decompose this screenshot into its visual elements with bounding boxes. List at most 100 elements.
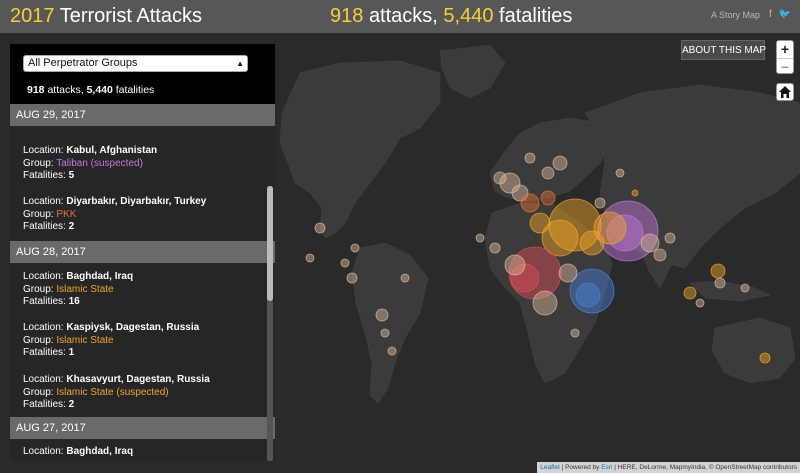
- header-fatalities-count: 5,440: [443, 5, 494, 27]
- attack-marker[interactable]: [504, 254, 526, 276]
- home-icon: [779, 86, 791, 98]
- attack-marker[interactable]: [314, 222, 326, 234]
- twitter-icon[interactable]: 🐦: [779, 9, 791, 20]
- attack-marker[interactable]: [759, 352, 771, 364]
- fatalities-value: 16: [68, 296, 80, 307]
- header-fatalities-label: fatalities: [499, 5, 573, 27]
- date-header: AUG 29, 2017: [10, 104, 275, 126]
- land-south-america: [351, 242, 429, 404]
- select-value: All Perpetrator Groups: [28, 57, 138, 69]
- attack-marker[interactable]: [532, 290, 558, 316]
- attack-list[interactable]: AUG 29, 2017 Location: Kabul, Afghanista…: [10, 104, 275, 461]
- attack-marker[interactable]: [558, 263, 578, 283]
- attack-marker[interactable]: [489, 242, 501, 254]
- fatalities-label: Fatalities:: [23, 221, 66, 232]
- group-label: Group:: [23, 283, 54, 295]
- attack-marker[interactable]: [524, 152, 536, 164]
- attribution-sep: | Powered by: [559, 464, 602, 471]
- land-greenland: [439, 44, 506, 99]
- zoom-out-button[interactable]: −: [777, 58, 793, 75]
- list-item[interactable]: Location: Diyarbakır, Diyarbakır, Turkey…: [23, 196, 206, 234]
- list-item[interactable]: Location: Baghdad, Iraq: [23, 446, 133, 459]
- group-value: Islamic State: [56, 283, 114, 295]
- attack-marker[interactable]: [529, 212, 551, 234]
- location-value: Baghdad, Iraq: [66, 271, 134, 282]
- attribution-text: | HERE, DeLorme, MapmyIndia, © OpenStree…: [612, 464, 797, 471]
- attack-marker[interactable]: [740, 283, 750, 293]
- sidebar-panel: All Perpetrator Groups ▲ 918 attacks, 5,…: [10, 44, 275, 461]
- attack-marker[interactable]: [710, 263, 726, 279]
- attack-marker[interactable]: [346, 272, 358, 284]
- attack-marker[interactable]: [615, 168, 625, 178]
- list-scrollbar[interactable]: [267, 186, 273, 461]
- attack-marker[interactable]: [375, 308, 389, 322]
- attack-marker[interactable]: [653, 248, 667, 262]
- social-links: f 🐦: [765, 9, 791, 20]
- group-value: Islamic State (suspected): [56, 386, 169, 398]
- location-value: Kaspiysk, Dagestan, Russia: [66, 322, 200, 333]
- perpetrator-group-select[interactable]: All Perpetrator Groups ▲: [23, 55, 248, 72]
- attack-marker[interactable]: [552, 155, 568, 171]
- zoom-control: + −: [776, 40, 794, 75]
- attack-marker[interactable]: [380, 328, 390, 338]
- location-label: Location:: [23, 271, 64, 282]
- attack-marker[interactable]: [475, 233, 485, 243]
- attack-marker[interactable]: [340, 258, 350, 268]
- fatalities-label: Fatalities:: [23, 296, 66, 307]
- attack-marker[interactable]: [640, 233, 660, 253]
- group-value: PKK: [56, 208, 77, 220]
- group-label: Group:: [23, 208, 54, 220]
- esri-link[interactable]: Esri: [601, 464, 612, 471]
- leaflet-link[interactable]: Leaflet: [540, 464, 560, 471]
- page-title: 2017 Terrorist Attacks: [10, 4, 202, 28]
- title-year: 2017: [10, 5, 55, 27]
- story-map-link[interactable]: A Story Map: [711, 10, 760, 20]
- attack-marker[interactable]: [350, 243, 360, 253]
- home-button[interactable]: [776, 83, 794, 101]
- attack-marker[interactable]: [570, 328, 580, 338]
- location-value: Khasavyurt, Dagestan, Russia: [66, 374, 210, 385]
- attack-marker[interactable]: [695, 298, 705, 308]
- date-header: AUG 28, 2017: [10, 241, 275, 263]
- land-indonesia: [689, 280, 771, 302]
- fatalities-value: 2: [68, 221, 75, 232]
- location-label: Location:: [23, 374, 64, 385]
- attack-marker[interactable]: [540, 190, 556, 206]
- attack-marker[interactable]: [387, 346, 397, 356]
- header-summary: 918 attacks, 5,440 fatalities: [330, 4, 572, 28]
- fatalities-value: 5: [68, 170, 75, 181]
- title-text: Terrorist Attacks: [59, 5, 202, 27]
- list-item[interactable]: Location: Kaspiysk, Dagestan, Russia Gro…: [23, 322, 199, 360]
- attack-marker[interactable]: [541, 166, 555, 180]
- attack-marker[interactable]: [400, 273, 410, 283]
- attack-marker[interactable]: [520, 193, 540, 213]
- header-attacks-label: attacks,: [368, 5, 438, 27]
- attack-marker[interactable]: [631, 189, 639, 197]
- zoom-in-button[interactable]: +: [777, 41, 793, 58]
- sidebar-attacks-label: attacks,: [47, 84, 84, 96]
- attack-marker[interactable]: [664, 232, 676, 244]
- fatalities-label: Fatalities:: [23, 170, 66, 181]
- location-label: Location:: [23, 145, 64, 156]
- sidebar-fatalities-count: 5,440: [86, 84, 113, 96]
- fatalities-value: 1: [68, 347, 75, 358]
- location-value: Kabul, Afghanistan: [66, 145, 158, 156]
- attack-marker[interactable]: [305, 253, 315, 263]
- sidebar-fatalities-label: fatalities: [115, 84, 155, 96]
- attack-marker[interactable]: [593, 211, 627, 245]
- list-item[interactable]: Location: Khasavyurt, Dagestan, Russia G…: [23, 374, 210, 412]
- attack-marker[interactable]: [714, 277, 726, 289]
- attack-marker[interactable]: [594, 197, 606, 209]
- facebook-icon[interactable]: f: [769, 9, 772, 20]
- list-item[interactable]: Location: Baghdad, Iraq Group: Islamic S…: [23, 271, 133, 309]
- attack-marker[interactable]: [683, 286, 697, 300]
- list-item[interactable]: Location: Kabul, Afghanistan Group: Tali…: [23, 145, 157, 183]
- location-value: Baghdad, Iraq: [66, 446, 134, 457]
- scrollbar-thumb[interactable]: [267, 186, 273, 301]
- about-this-map-button[interactable]: ABOUT THIS MAP: [681, 40, 766, 60]
- attack-marker[interactable]: [493, 171, 507, 185]
- land-north-america: [279, 60, 441, 239]
- group-value: Taliban (suspected): [56, 157, 143, 169]
- attack-marker[interactable]: [575, 282, 601, 308]
- header-attacks-count: 918: [330, 5, 364, 27]
